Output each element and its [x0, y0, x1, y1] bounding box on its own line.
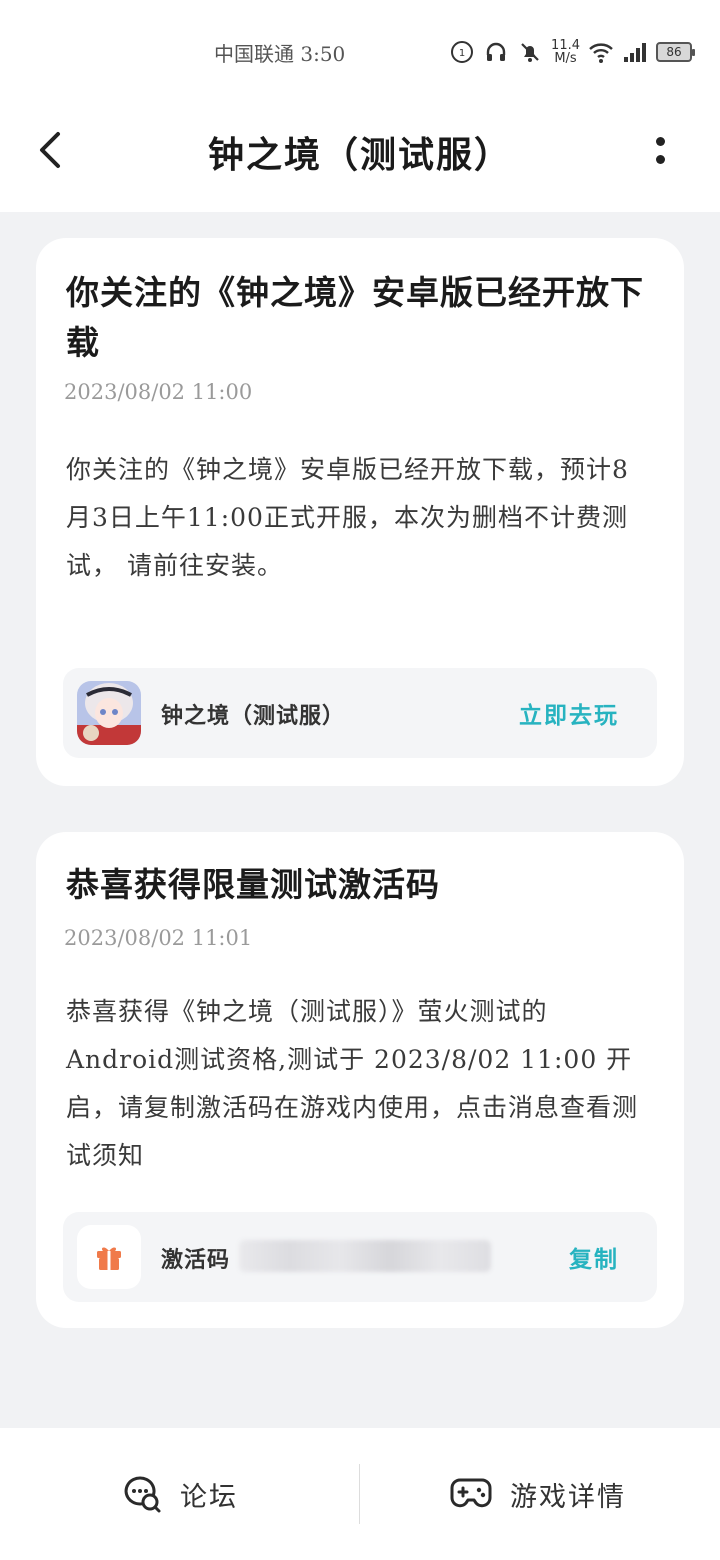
- gamepad-icon: [450, 1478, 492, 1508]
- bottom-bar: 论坛 游戏详情: [0, 1428, 720, 1560]
- carrier-time: 中国联通 3:50: [214, 42, 346, 66]
- signal-icon: [622, 39, 648, 65]
- message-body: 恭喜获得《钟之境（测试服）》萤火测试的Android测试资格,测试于 2023/…: [66, 997, 639, 1170]
- forum-button[interactable]: 论坛: [122, 1472, 238, 1516]
- play-now-button[interactable]: 立即去玩: [519, 696, 619, 730]
- header: 钟之境（测试服）: [0, 100, 720, 212]
- headphones-icon: [483, 39, 509, 65]
- game-detail-label: 游戏详情: [510, 1481, 626, 1513]
- game-strip[interactable]: 钟之境（测试服） 立即去玩: [63, 668, 657, 758]
- hd-call-icon: 1: [449, 39, 475, 65]
- bottom-divider: [359, 1464, 360, 1524]
- page-title: 钟之境（测试服）: [207, 134, 512, 176]
- activation-code-label: 激活码: [161, 1247, 231, 1273]
- message-title: 你关注的《钟之境》安卓版已经开放下载: [66, 273, 644, 362]
- more-dot-icon: [655, 154, 665, 164]
- game-detail-button[interactable]: 游戏详情: [450, 1472, 626, 1516]
- game-name: 钟之境（测试服）: [161, 703, 346, 729]
- activation-code-value-redacted: [239, 1240, 491, 1272]
- game-app-icon: [77, 681, 141, 745]
- wifi-icon: [588, 39, 614, 65]
- status-icons: 1 11.4 M/s 86: [449, 34, 695, 70]
- message-card[interactable]: 你关注的《钟之境》安卓版已经开放下载 2023/08/02 11:00 你关注的…: [36, 238, 684, 786]
- svg-text:1: 1: [459, 48, 465, 59]
- net-speed-unit: M/s: [554, 51, 577, 66]
- message-title: 恭喜获得限量测试激活码: [66, 865, 440, 904]
- message-date: 2023/08/02 11:01: [64, 926, 253, 950]
- mute-bell-icon: [517, 39, 543, 65]
- forum-label: 论坛: [180, 1481, 238, 1513]
- message-card[interactable]: 恭喜获得限量测试激活码 2023/08/02 11:01 恭喜获得《钟之境（测试…: [36, 832, 684, 1328]
- forum-chat-icon: [124, 1476, 161, 1513]
- more-options-button[interactable]: [640, 128, 680, 172]
- more-dot-icon: [655, 136, 665, 146]
- copy-button[interactable]: 复制: [569, 1240, 619, 1274]
- message-date: 2023/08/02 11:00: [64, 380, 253, 404]
- activation-code-strip: 激活码 复制: [63, 1212, 657, 1302]
- battery-indicator: 86: [656, 42, 695, 62]
- message-body: 你关注的《钟之境》安卓版已经开放下载，预计8月3日上午11:00正式开服，本次为…: [66, 455, 629, 580]
- net-speed: 11.4 M/s: [551, 39, 580, 65]
- gift-icon: [77, 1225, 141, 1289]
- status-bar: 中国联通 3:50 1 11.4 M/s 86: [0, 0, 720, 100]
